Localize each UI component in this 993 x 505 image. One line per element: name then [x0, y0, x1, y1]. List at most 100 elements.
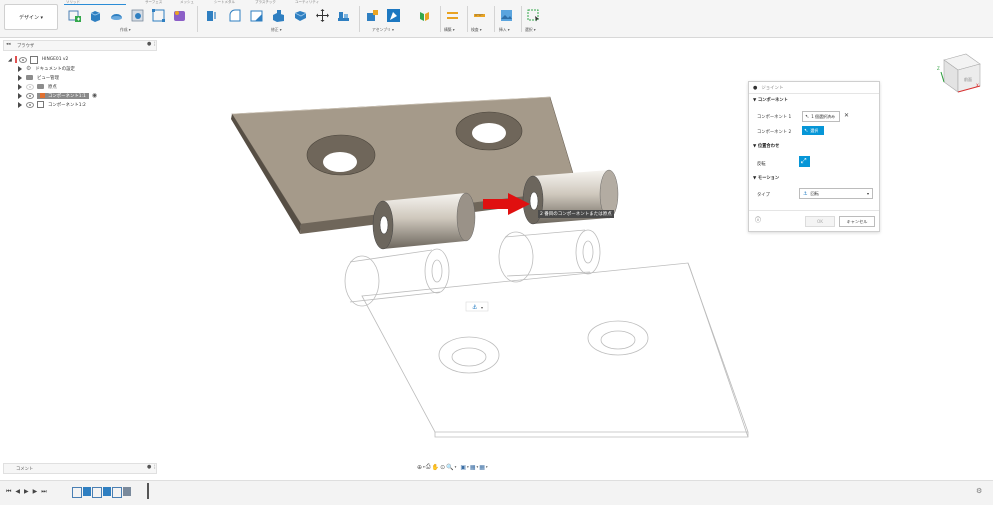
tab-plastic[interactable]: プラスチック: [255, 0, 276, 5]
select-group-label[interactable]: 選択 ▾: [525, 27, 536, 33]
insert-group-label[interactable]: 挿入 ▾: [499, 27, 510, 33]
construct-group-label[interactable]: 構築 ▾: [444, 27, 455, 33]
left-knuckle: [372, 192, 476, 250]
inspect-group-label[interactable]: 検査 ▾: [471, 27, 482, 33]
toolbar-separator: [440, 6, 441, 32]
viewports-icon[interactable]: ▦: [479, 464, 485, 471]
chevron-down-icon[interactable]: ▾: [476, 465, 478, 469]
cursor-icon: ➷: [805, 113, 810, 120]
loft-icon[interactable]: [152, 9, 165, 22]
tab-sheet-metal[interactable]: シートメタル: [214, 0, 235, 5]
play-icon[interactable]: ▶: [24, 488, 29, 496]
as-built-joint-icon[interactable]: [418, 9, 431, 22]
form-icon[interactable]: [173, 9, 186, 22]
pin-icon[interactable]: ●: [147, 464, 151, 470]
extrude-feature-icon[interactable]: [83, 487, 91, 496]
toolbar-separator: [521, 6, 522, 32]
settings-gear-icon[interactable]: ⚙: [976, 487, 982, 495]
axis-x-label: X: [976, 83, 979, 88]
step-back-icon[interactable]: ◀: [15, 488, 20, 496]
sketch-feature-icon[interactable]: [72, 487, 82, 498]
chevron-down-icon[interactable]: ▾: [423, 465, 425, 469]
extrude-feature-icon[interactable]: [103, 487, 111, 496]
go-to-start-icon[interactable]: ⏮: [6, 488, 11, 496]
timeline-features: [72, 487, 131, 498]
measure-icon[interactable]: [473, 9, 486, 22]
timeline-marker[interactable]: [147, 483, 149, 499]
viewcube: 前面 X Z: [937, 53, 981, 93]
grid-icon[interactable]: ▦: [470, 464, 476, 471]
step-forward-icon[interactable]: ▶: [33, 488, 38, 496]
create-group-label[interactable]: 作成 ▾: [120, 27, 131, 33]
combine-icon[interactable]: [294, 9, 307, 22]
new-component-icon[interactable]: [366, 9, 379, 22]
info-icon[interactable]: ⓘ: [755, 215, 761, 224]
motion-type-value: 回転: [810, 190, 819, 196]
flip-button[interactable]: ⤢: [799, 156, 810, 167]
move-copy-icon[interactable]: [316, 9, 329, 22]
chamfer-icon[interactable]: [250, 9, 263, 22]
shell-icon[interactable]: [272, 9, 285, 22]
section-motion[interactable]: ▼ モーション: [753, 175, 779, 181]
sketch-feature-icon[interactable]: [112, 487, 122, 498]
component-feature-icon[interactable]: [123, 487, 131, 496]
component1-label: コンポーネント 1: [757, 115, 792, 120]
tab-utility[interactable]: ユーティリティ: [295, 0, 319, 5]
revolve-icon[interactable]: [110, 9, 123, 22]
design-workspace-button[interactable]: デザイン ▾: [4, 4, 58, 30]
type-label: タイプ: [757, 193, 770, 198]
insert-image-icon[interactable]: [500, 9, 513, 22]
cancel-button[interactable]: キャンセル: [839, 216, 875, 227]
cancel-label: キャンセル: [846, 218, 868, 224]
offset-plane-icon[interactable]: [446, 9, 459, 22]
clear-selection-icon[interactable]: ✕: [844, 112, 849, 119]
zoom-icon[interactable]: ⊙: [440, 464, 445, 471]
active-tab-indicator: [64, 4, 126, 5]
svg-text:▾: ▾: [481, 305, 483, 310]
go-to-end-icon[interactable]: ⏭: [41, 488, 46, 496]
display-settings-icon[interactable]: ▣: [460, 464, 466, 471]
toolbar-separator: [197, 6, 198, 32]
dialog-bullet-icon: ●: [753, 85, 758, 91]
assemble-group-label[interactable]: アセンブリ ▾: [372, 27, 394, 33]
new-sketch-icon[interactable]: [68, 9, 81, 22]
navigation-bar: ⊕ ▾ ⎙ ✋ ⊙ 🔍 ▾ ▣ ▾ ▦ ▾ ▦ ▾: [417, 462, 488, 472]
joint-icon[interactable]: [387, 9, 400, 22]
press-pull-icon[interactable]: [205, 9, 218, 22]
svg-text:⚓: ⚓: [472, 304, 477, 311]
design-workspace-label: デザイン ▾: [18, 14, 44, 21]
modify-group-label[interactable]: 修正 ▾: [271, 27, 282, 33]
joint-dialog: ● ジョイント ▼ コンポーネント コンポーネント 1 ➷ 1 個選択済み ✕ …: [748, 81, 880, 232]
component2-select[interactable]: ➷ 選択: [802, 126, 824, 135]
dialog-header[interactable]: ● ジョイント: [753, 85, 783, 91]
ok-button[interactable]: OK: [805, 216, 835, 227]
toolbar: デザイン ▾ ソリッド サーフェス メッシュ シートメタル プラスチック ユーテ…: [0, 0, 993, 38]
section-component-label: コンポーネント: [757, 98, 788, 103]
sketch-feature-icon[interactable]: [92, 487, 102, 498]
section-component[interactable]: ▼ コンポーネント: [753, 97, 788, 103]
select-icon[interactable]: [527, 9, 540, 22]
comments-panel[interactable]: コメント ● ¦: [3, 463, 157, 474]
align-icon[interactable]: [337, 9, 350, 22]
tab-surface[interactable]: サーフェス: [145, 0, 162, 5]
section-alignment[interactable]: ▼ 位置合わせ: [753, 143, 779, 149]
pan-icon[interactable]: ✋: [432, 464, 439, 471]
extrude-icon[interactable]: [89, 9, 102, 22]
component1-select[interactable]: ➷ 1 個選択済み: [802, 111, 840, 122]
tab-mesh[interactable]: メッシュ: [180, 0, 194, 5]
chevron-down-icon: ▾: [866, 191, 869, 196]
toolbar-separator: [467, 6, 468, 32]
motion-type-dropdown[interactable]: ⚓ 回転 ▾: [799, 188, 873, 199]
joint-tooltip: 2 番目のコンポーネントまたは原点: [538, 210, 614, 218]
orbit-icon[interactable]: ⊕: [417, 464, 422, 471]
fit-icon[interactable]: 🔍: [446, 464, 453, 471]
ghost-bottom-plate: [344, 229, 749, 438]
ok-label: OK: [816, 219, 824, 224]
look-at-icon[interactable]: ⎙: [426, 463, 431, 471]
chevron-down-icon[interactable]: ▾: [486, 465, 488, 469]
chevron-down-icon[interactable]: ▾: [467, 465, 469, 469]
fillet-icon[interactable]: [228, 9, 241, 22]
sweep-icon[interactable]: [131, 9, 144, 22]
chevron-down-icon[interactable]: ▾: [455, 465, 457, 469]
component2-label: コンポーネント 2: [757, 130, 792, 135]
